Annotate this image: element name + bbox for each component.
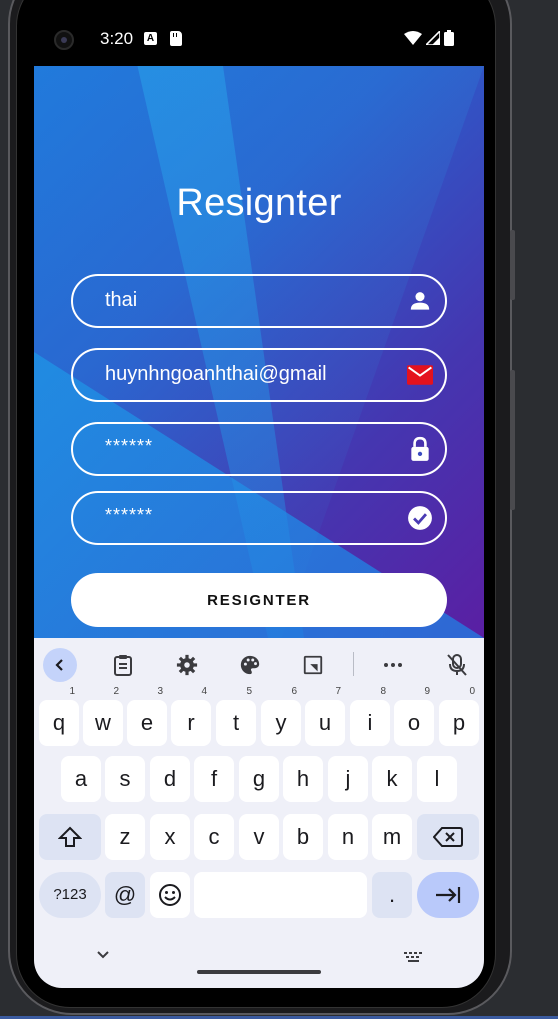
key-b[interactable]: b xyxy=(283,814,323,860)
mail-icon xyxy=(407,365,433,385)
at-key[interactable]: @ xyxy=(105,872,145,918)
key-label: o xyxy=(407,710,421,735)
sd-card-icon xyxy=(170,31,182,46)
key-hint: 6 xyxy=(291,686,297,697)
key-o[interactable]: o9 xyxy=(394,687,434,746)
register-screen: Resignter thai huynhngoanhthai@gmail ***… xyxy=(34,66,484,638)
key-i[interactable]: i8 xyxy=(350,687,390,746)
key-t[interactable]: t5 xyxy=(216,687,256,746)
keyboard-toolbar xyxy=(34,638,484,690)
key-label: p xyxy=(452,710,466,735)
key-l[interactable]: l xyxy=(417,756,457,802)
key-hint: 8 xyxy=(380,686,386,697)
signal-icon xyxy=(426,31,440,45)
key-g[interactable]: g xyxy=(239,756,279,802)
key-p[interactable]: p0 xyxy=(439,687,479,746)
key-hint: 9 xyxy=(424,686,430,697)
key-hint: 5 xyxy=(246,686,252,697)
front-camera xyxy=(54,30,74,50)
wifi-icon xyxy=(404,31,422,45)
person-icon xyxy=(410,292,430,310)
key-c[interactable]: c xyxy=(194,814,234,860)
key-f[interactable]: f xyxy=(194,756,234,802)
key-y[interactable]: y6 xyxy=(261,687,301,746)
hide-keyboard-icon[interactable] xyxy=(96,950,110,960)
key-k[interactable]: k xyxy=(372,756,412,802)
palette-icon[interactable] xyxy=(233,648,267,682)
key-u[interactable]: u7 xyxy=(305,687,345,746)
key-n[interactable]: n xyxy=(328,814,368,860)
key-r[interactable]: r4 xyxy=(171,687,211,746)
password-value: ****** xyxy=(105,436,154,456)
a-notification-icon: A xyxy=(144,32,157,45)
shift-icon xyxy=(57,826,83,847)
screenshot-stage: 3:20 A Resignter thai huynhngoanhthai@gm… xyxy=(0,0,558,1019)
shift-key[interactable] xyxy=(39,814,101,860)
clipboard-icon[interactable] xyxy=(106,648,140,682)
key-label: r xyxy=(187,710,195,735)
key-z[interactable]: z xyxy=(105,814,145,860)
check-circle-icon xyxy=(408,506,432,530)
key-a[interactable]: a xyxy=(61,756,101,802)
username-field[interactable]: thai xyxy=(71,274,447,328)
page-title: Resignter xyxy=(176,182,342,224)
key-hint: 3 xyxy=(157,686,163,697)
key-hint: 7 xyxy=(335,686,341,697)
key-m[interactable]: m xyxy=(372,814,412,860)
key-label: e xyxy=(140,710,154,735)
key-j[interactable]: j xyxy=(328,756,368,802)
emoji-icon xyxy=(159,884,181,906)
key-label: u xyxy=(318,710,332,735)
key-label: y xyxy=(275,710,287,735)
backspace-icon xyxy=(432,827,463,847)
email-value: huynhngoanhthai@gmail xyxy=(105,363,327,385)
system-icons xyxy=(404,30,454,46)
key-x[interactable]: x xyxy=(150,814,190,860)
key-v[interactable]: v xyxy=(239,814,279,860)
register-button[interactable]: RESIGNTER xyxy=(71,573,447,627)
keyboard-switch-icon[interactable] xyxy=(404,952,424,964)
key-label: t xyxy=(232,710,240,735)
key-label: i xyxy=(367,710,373,735)
key-hint: 1 xyxy=(69,686,75,697)
emoji-key[interactable] xyxy=(150,872,190,918)
key-w[interactable]: w2 xyxy=(83,687,123,746)
key-hint: 4 xyxy=(201,686,207,697)
key-q[interactable]: q1 xyxy=(39,687,79,746)
backspace-key[interactable] xyxy=(417,814,479,860)
back-icon[interactable] xyxy=(43,648,77,682)
status-time: 3:20 xyxy=(100,29,134,48)
password-field[interactable]: ****** xyxy=(71,422,447,476)
settings-icon[interactable] xyxy=(170,648,204,682)
symbols-key[interactable]: ?123 xyxy=(39,872,101,918)
space-key[interactable] xyxy=(194,872,367,918)
lock-icon xyxy=(411,436,429,461)
key-e[interactable]: e3 xyxy=(127,687,167,746)
confirm-password-field[interactable]: ****** xyxy=(71,491,447,545)
tab-arrow-icon xyxy=(436,887,461,903)
soft-keyboard: q1 w2 e3 r4 t5 y6 u7 i8 o9 p0 a s d f g … xyxy=(34,638,484,988)
key-hint: 2 xyxy=(113,686,119,697)
home-gesture-bar[interactable] xyxy=(197,970,321,974)
status-bar: 3:20 A xyxy=(34,18,484,62)
battery-icon xyxy=(444,30,454,46)
resize-icon[interactable] xyxy=(296,648,330,682)
key-s[interactable]: s xyxy=(105,756,145,802)
period-key[interactable]: . xyxy=(372,872,412,918)
confirm-password-value: ****** xyxy=(105,505,154,525)
power-button[interactable] xyxy=(510,230,515,300)
username-value: thai xyxy=(105,289,138,311)
key-label: w xyxy=(95,710,111,735)
key-hint: 0 xyxy=(469,686,475,697)
mic-off-icon[interactable] xyxy=(440,648,474,682)
volume-button[interactable] xyxy=(510,370,515,510)
key-label: q xyxy=(52,710,66,735)
next-field-key[interactable] xyxy=(417,872,479,918)
key-d[interactable]: d xyxy=(150,756,190,802)
toolbar-divider xyxy=(353,652,354,676)
key-h[interactable]: h xyxy=(283,756,323,802)
more-icon[interactable] xyxy=(376,648,410,682)
email-field[interactable]: huynhngoanhthai@gmail xyxy=(71,348,447,402)
